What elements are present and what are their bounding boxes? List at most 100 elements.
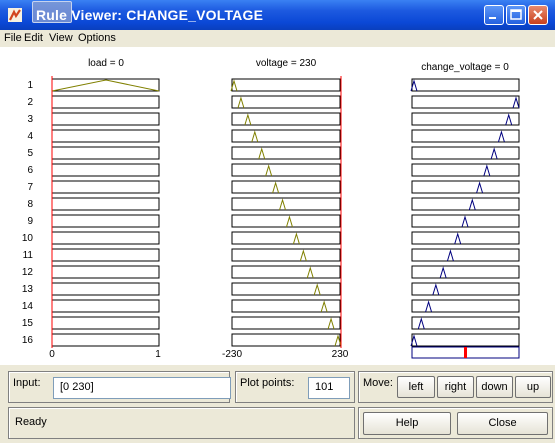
status-panel: Ready: [8, 407, 355, 439]
close-icon: [533, 10, 543, 20]
input1-label: load = 0: [88, 58, 124, 69]
input2-axis-max: 230: [332, 349, 349, 360]
load-mf-box: [51, 248, 160, 262]
output-mf-box: [411, 180, 520, 194]
output-mf-box: [411, 163, 520, 177]
output-mf-box: [411, 112, 520, 126]
voltage-mf-box: [231, 146, 341, 160]
load-mf-box: [51, 180, 160, 194]
menu-edit[interactable]: Edit: [24, 32, 43, 44]
rule-number: 6: [27, 165, 33, 176]
rule-number: 1: [27, 80, 33, 91]
output-mf-box: [411, 197, 520, 211]
load-mf-box: [51, 333, 160, 347]
maximize-button[interactable]: [506, 5, 526, 25]
rule-numbers: 12345678910111213141516: [22, 80, 34, 346]
load-mf-box: [51, 214, 160, 228]
load-mf-box: [51, 112, 160, 126]
rule-number: 9: [27, 216, 33, 227]
status-text: Ready: [15, 416, 47, 428]
voltage-mf-box: [231, 180, 341, 194]
voltage-mf-box: [231, 231, 341, 245]
minimize-icon: [489, 17, 496, 19]
output-mf-box: [411, 214, 520, 228]
rule-number: 5: [27, 148, 33, 159]
rule-number: 7: [27, 182, 33, 193]
rule-rows: [51, 78, 520, 347]
input1-axis-min: 0: [49, 349, 55, 360]
output-mf-box: [411, 146, 520, 160]
rule-number: 15: [22, 318, 34, 329]
voltage-mf-box: [231, 265, 341, 279]
window-title: Rule Viewer: CHANGE_VOLTAGE: [36, 7, 264, 23]
load-mf-box: [51, 163, 160, 177]
close-button[interactable]: Close: [457, 412, 548, 435]
rule-number: 11: [23, 250, 34, 261]
output-mf-box: [411, 282, 520, 296]
rule-number: 14: [22, 301, 34, 312]
output-mf-box: [411, 299, 520, 313]
plot-points-panel: Plot points: 101: [235, 371, 355, 403]
voltage-mf-box: [231, 95, 341, 109]
input2-axis-min: -230: [222, 349, 242, 360]
matlab-icon: [8, 8, 22, 22]
plot-points-label: Plot points:: [240, 377, 295, 389]
move-right-button[interactable]: right: [437, 376, 474, 398]
voltage-mf-box: [231, 214, 341, 228]
rule-number: 4: [27, 131, 33, 142]
move-panel: Move: left right down up: [358, 371, 553, 403]
input-panel: Input: [0 230]: [8, 371, 231, 403]
plot-points-field[interactable]: 101: [308, 377, 350, 399]
input2-label: voltage = 230: [256, 58, 317, 69]
help-close-panel: Help Close: [358, 407, 553, 439]
load-mf-box: [51, 78, 160, 92]
close-window-button[interactable]: [528, 5, 548, 25]
move-label: Move:: [363, 377, 393, 389]
load-mf-box: [51, 197, 160, 211]
load-mf-box: [51, 231, 160, 245]
menu-options[interactable]: Options: [78, 32, 116, 44]
voltage-mf-box: [231, 248, 341, 262]
rule-number: 16: [22, 335, 34, 346]
menu-file[interactable]: File: [4, 32, 22, 44]
help-button[interactable]: Help: [363, 412, 451, 435]
rule-plot: load = 0 voltage = 230 change_voltage = …: [22, 58, 520, 360]
load-mf-box: [51, 146, 160, 160]
voltage-mf-box: [231, 333, 341, 347]
title-bar: Rule Viewer: CHANGE_VOLTAGE: [0, 0, 555, 30]
menu-view[interactable]: View: [49, 32, 73, 44]
rule-number: 12: [22, 267, 34, 278]
load-mf-box: [51, 265, 160, 279]
input1-axis-max: 1: [155, 349, 161, 360]
output-mf-box: [411, 316, 520, 330]
rule-plot-area[interactable]: load = 0 voltage = 230 change_voltage = …: [0, 47, 555, 365]
rule-number: 8: [27, 199, 33, 210]
output-mf-box: [411, 95, 520, 109]
move-up-button[interactable]: up: [515, 376, 551, 398]
input-field[interactable]: [0 230]: [53, 377, 231, 399]
voltage-mf-box: [231, 78, 341, 92]
menu-bar: File Edit View Options: [0, 30, 555, 46]
load-mf-box: [51, 282, 160, 296]
input-label: Input:: [13, 377, 41, 389]
load-mf-box: [51, 95, 160, 109]
rule-number: 3: [27, 114, 33, 125]
output-mf-box: [411, 248, 520, 262]
maximize-icon: [510, 9, 522, 20]
rule-number: 2: [27, 97, 33, 108]
voltage-mf-box: [231, 129, 341, 143]
move-down-button[interactable]: down: [476, 376, 513, 398]
rule-number: 13: [22, 284, 34, 295]
minimize-button[interactable]: [484, 5, 504, 25]
move-left-button[interactable]: left: [397, 376, 435, 398]
output-mf-box: [411, 265, 520, 279]
voltage-mf-box: [231, 197, 341, 211]
voltage-mf-box: [231, 163, 341, 177]
load-mf-box: [51, 316, 160, 330]
output-mf-box: [411, 78, 520, 92]
load-mf-box: [51, 129, 160, 143]
rule-number: 10: [22, 233, 34, 244]
output-mf-box: [411, 333, 520, 347]
voltage-mf-box: [231, 282, 341, 296]
load-mf-box: [51, 299, 160, 313]
